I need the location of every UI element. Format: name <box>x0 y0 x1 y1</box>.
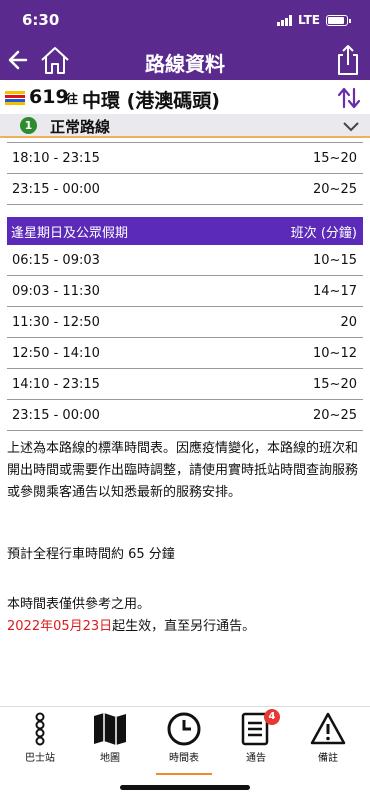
time-range: 23:15 - 00:00 <box>12 181 100 197</box>
tab-bus-stops[interactable]: 巴士站 <box>8 711 72 771</box>
tab-label: 通告 <box>246 753 266 764</box>
tab-label: 時間表 <box>169 753 199 764</box>
effective-suffix: 起生效，直至另行通告。 <box>112 619 256 634</box>
chevron-down-icon[interactable] <box>342 118 360 132</box>
bus-stops-icon <box>35 712 45 746</box>
signal-icon <box>276 14 292 26</box>
nav-bar: 路線資料 <box>0 40 370 80</box>
route-number: 619 <box>29 86 69 108</box>
frequency: 20~25 <box>313 181 357 197</box>
frequency: 15~20 <box>313 376 357 392</box>
home-indicator <box>120 785 250 790</box>
tab-label: 巴士站 <box>25 753 55 764</box>
journey-time-note: 預計全程行車時間約 65 分鐘 <box>7 547 175 562</box>
tab-label: 地圖 <box>100 753 120 764</box>
route-destination: 中環 (港澳碼頭) <box>82 90 220 112</box>
status-time: 6:30 <box>22 11 60 29</box>
table-row: 14:10 - 23:15 15~20 <box>7 369 363 400</box>
tab-notice[interactable]: 4 通告 <box>224 709 288 771</box>
effective-date: 2022年05月23日 <box>7 619 113 634</box>
tab-label: 備註 <box>318 753 338 764</box>
table-row: 06:15 - 09:03 10~15 <box>7 245 363 276</box>
table-row: 09:03 - 11:30 14~17 <box>7 276 363 307</box>
time-range: 14:10 - 23:15 <box>12 376 100 392</box>
time-range: 12:50 - 14:10 <box>12 345 100 361</box>
frequency: 15~20 <box>313 150 357 166</box>
table-row: 12:50 - 14:10 10~12 <box>7 338 363 369</box>
frequency: 20 <box>340 314 357 330</box>
route-variant-selector[interactable]: 1 正常路線 <box>0 114 370 138</box>
section-title: 逢星期日及公眾假期 <box>11 225 129 241</box>
timetable-note: 上述為本路線的標準時間表。因應疫情變化，本路線的班次和開出時間或需要作出臨時調整… <box>7 441 359 500</box>
tab-timetable[interactable]: 時間表 <box>152 711 216 775</box>
network-label: LTE <box>297 13 320 27</box>
clock-icon <box>167 712 201 746</box>
time-range: 23:15 - 00:00 <box>12 407 100 423</box>
frequency: 10~12 <box>313 345 357 361</box>
time-range: 18:10 - 23:15 <box>12 150 100 166</box>
tab-remarks[interactable]: 備註 <box>296 711 360 771</box>
time-range: 06:15 - 09:03 <box>12 252 100 268</box>
table-row: 11:30 - 12:50 20 <box>7 307 363 338</box>
route-direction-label: 往 <box>66 92 79 106</box>
status-indicators: LTE <box>276 13 351 27</box>
disclaimer-text: 本時間表僅供參考之用。 <box>7 597 151 612</box>
route-operator-icon <box>5 90 25 106</box>
active-tab-indicator <box>156 773 212 775</box>
frequency: 10~15 <box>313 252 357 268</box>
warning-icon <box>310 712 346 745</box>
frequency: 14~17 <box>313 283 357 299</box>
timetable-holiday-rows: 06:15 - 09:03 10~15 09:03 - 11:30 14~17 … <box>7 245 363 431</box>
battery-icon <box>326 14 351 26</box>
status-bar: 6:30 LTE <box>0 0 370 40</box>
map-icon <box>94 713 126 745</box>
swap-direction-icon[interactable] <box>336 86 362 110</box>
frequency: 20~25 <box>313 407 357 423</box>
holiday-section-header: 逢星期日及公眾假期 班次 (分鐘) <box>7 217 363 245</box>
timetable-weekday-rows: 18:10 - 23:15 15~20 23:15 - 00:00 20~25 <box>7 142 363 205</box>
route-header: 619 往 中環 (港澳碼頭) <box>0 82 370 114</box>
table-row: 23:15 - 00:00 20~25 <box>7 174 363 205</box>
variant-number-badge: 1 <box>20 117 37 134</box>
frequency-header: 班次 (分鐘) <box>290 225 357 241</box>
tab-map[interactable]: 地圖 <box>78 711 142 771</box>
table-row: 18:10 - 23:15 15~20 <box>7 143 363 174</box>
share-icon[interactable] <box>336 43 360 77</box>
disclaimer-note: 本時間表僅供參考之用。 2022年05月23日起生效，直至另行通告。 <box>7 594 363 638</box>
page-title: 路線資料 <box>145 52 225 76</box>
table-row: 23:15 - 00:00 20~25 <box>7 400 363 431</box>
variant-label: 正常路線 <box>50 118 111 136</box>
time-range: 09:03 - 11:30 <box>12 283 100 299</box>
notice-count-badge: 4 <box>264 709 280 725</box>
time-range: 11:30 - 12:50 <box>12 314 100 330</box>
